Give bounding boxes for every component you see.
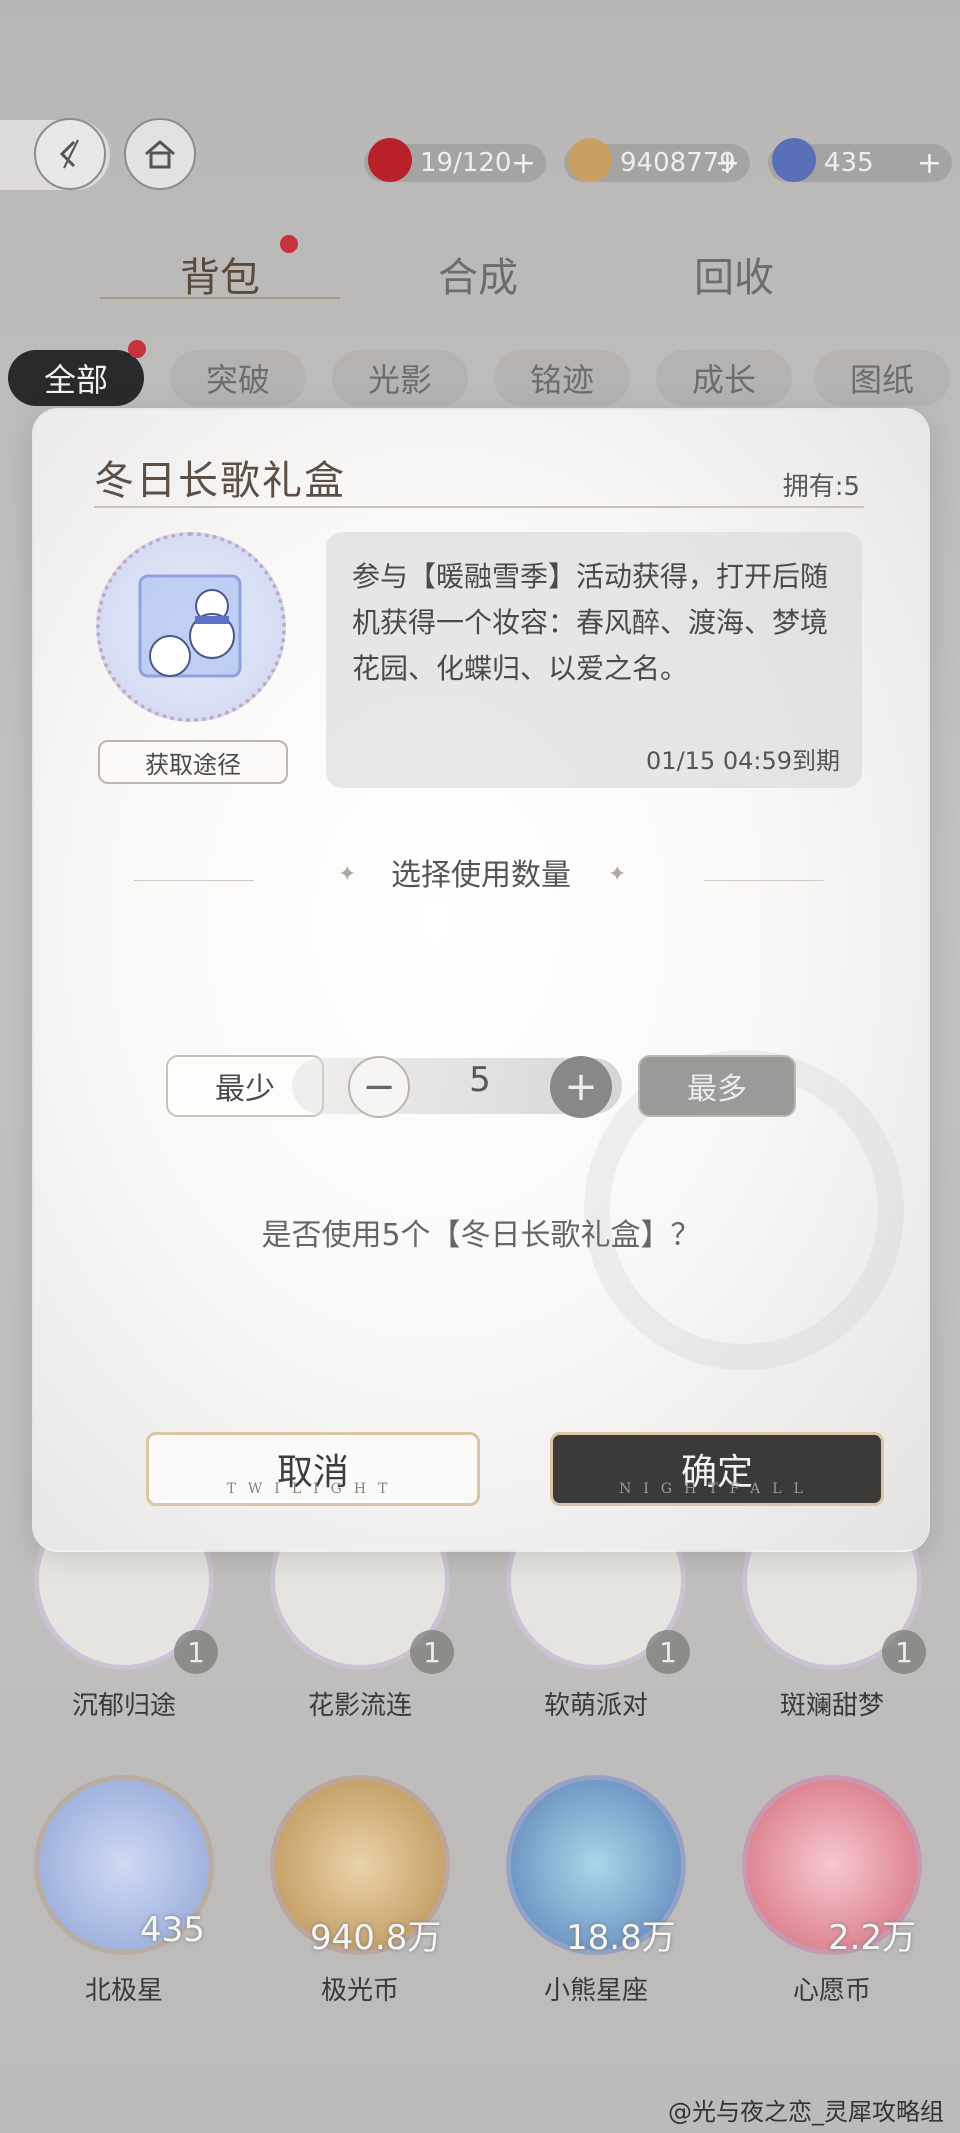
- chip-growth[interactable]: 成长: [656, 350, 792, 406]
- watermark: @光与夜之恋_灵犀攻略组: [668, 2098, 944, 2126]
- home-icon: [145, 140, 175, 169]
- add-gem-icon[interactable]: +: [917, 146, 942, 181]
- item-count: 940.8万: [310, 1918, 442, 1958]
- item-count: 1: [646, 1630, 690, 1674]
- item-count: 1: [882, 1630, 926, 1674]
- title-divider: [94, 506, 864, 508]
- sparkle-icon: ✦: [608, 862, 627, 887]
- quantity-value: 5: [469, 1060, 491, 1100]
- item-name: 北极星: [84, 1976, 163, 2006]
- quantity-title: 选择使用数量: [391, 858, 571, 893]
- item-count: 2.2万: [828, 1918, 917, 1958]
- item-name: 小熊星座: [543, 1976, 648, 2006]
- apple-icon: [368, 138, 412, 182]
- add-stamina-icon[interactable]: +: [511, 146, 536, 181]
- chip-imprint[interactable]: 铭迹: [494, 350, 630, 406]
- item-description: 参与【暖融雪季】活动获得，打开后随机获得一个妆容：春风醉、渡海、梦境花园、化蝶归…: [352, 560, 829, 685]
- filter-chips: 全部 突破 光影 铭迹 成长 图纸: [0, 340, 960, 410]
- expiry-time: 01/15 04:59到期: [646, 747, 840, 775]
- tab-underline: [100, 297, 340, 299]
- confirm-question: 是否使用5个【冬日长歌礼盒】？: [261, 1218, 701, 1253]
- add-coin-icon[interactable]: +: [715, 146, 740, 181]
- notification-dot: [280, 235, 298, 253]
- gem-counter[interactable]: 435 +: [768, 138, 952, 182]
- use-item-dialog: 冬日长歌礼盒 拥有:5 获取途径 参与【暖融雪季】活动获得，打开后随机获得一个妆…: [34, 410, 928, 1550]
- back-icon: [34, 118, 106, 190]
- max-quantity-button[interactable]: 最多: [638, 1055, 796, 1117]
- item-count: 1: [174, 1630, 218, 1674]
- cancel-sublabel: TWILIGHT: [226, 1481, 400, 1497]
- chip-all[interactable]: 全部: [8, 350, 144, 406]
- decrease-button[interactable]: −: [348, 1056, 410, 1118]
- acquire-route-button[interactable]: 获取途径: [98, 740, 288, 784]
- back-button[interactable]: [0, 118, 110, 190]
- item-name: 沉郁归途: [71, 1691, 176, 1721]
- item-name: 花影流连: [307, 1691, 412, 1721]
- minus-icon: −: [362, 1064, 396, 1110]
- stamina-counter[interactable]: 19/120 +: [364, 138, 546, 182]
- item-count: 1: [410, 1630, 454, 1674]
- coin-counter[interactable]: 9408779 +: [564, 138, 750, 182]
- star-gem-icon: [772, 138, 816, 182]
- divider-line: [704, 880, 824, 881]
- item-name: 斑斓甜梦: [779, 1691, 884, 1721]
- increase-button[interactable]: +: [550, 1056, 612, 1118]
- main-tabs: 背包 合成 回收: [0, 235, 960, 315]
- item-name: 心愿币: [792, 1976, 871, 2006]
- confirm-button[interactable]: 确定 NIGHTFALL: [550, 1432, 884, 1506]
- coin-icon: [568, 138, 612, 182]
- tab-recycle[interactable]: 回收: [694, 245, 774, 303]
- item-description-box: 参与【暖融雪季】活动获得，打开后随机获得一个妆容：春风醉、渡海、梦境花园、化蝶归…: [326, 532, 862, 788]
- home-button[interactable]: [124, 118, 196, 190]
- item-name: 极光币: [320, 1976, 399, 2006]
- chip-blueprint[interactable]: 图纸: [814, 350, 950, 406]
- item-count: 18.8万: [566, 1918, 676, 1958]
- chip-breakthrough[interactable]: 突破: [170, 350, 306, 406]
- notification-dot: [128, 340, 146, 358]
- owned-count: 拥有:5: [782, 472, 860, 502]
- confirm-sublabel: NIGHTFALL: [619, 1481, 815, 1497]
- tab-backpack[interactable]: 背包: [180, 245, 260, 303]
- gift-box-icon: [96, 532, 286, 722]
- chip-light-shadow[interactable]: 光影: [332, 350, 468, 406]
- item-count: 435: [140, 1910, 205, 1950]
- item-name: 软萌派对: [543, 1691, 648, 1721]
- item-title: 冬日长歌礼盒: [94, 458, 346, 504]
- cancel-button[interactable]: 取消 TWILIGHT: [146, 1432, 480, 1506]
- top-bar: 19/120 + 9408779 + 435 +: [0, 110, 960, 190]
- tab-synthesis[interactable]: 合成: [438, 245, 518, 303]
- plus-icon: +: [564, 1064, 598, 1110]
